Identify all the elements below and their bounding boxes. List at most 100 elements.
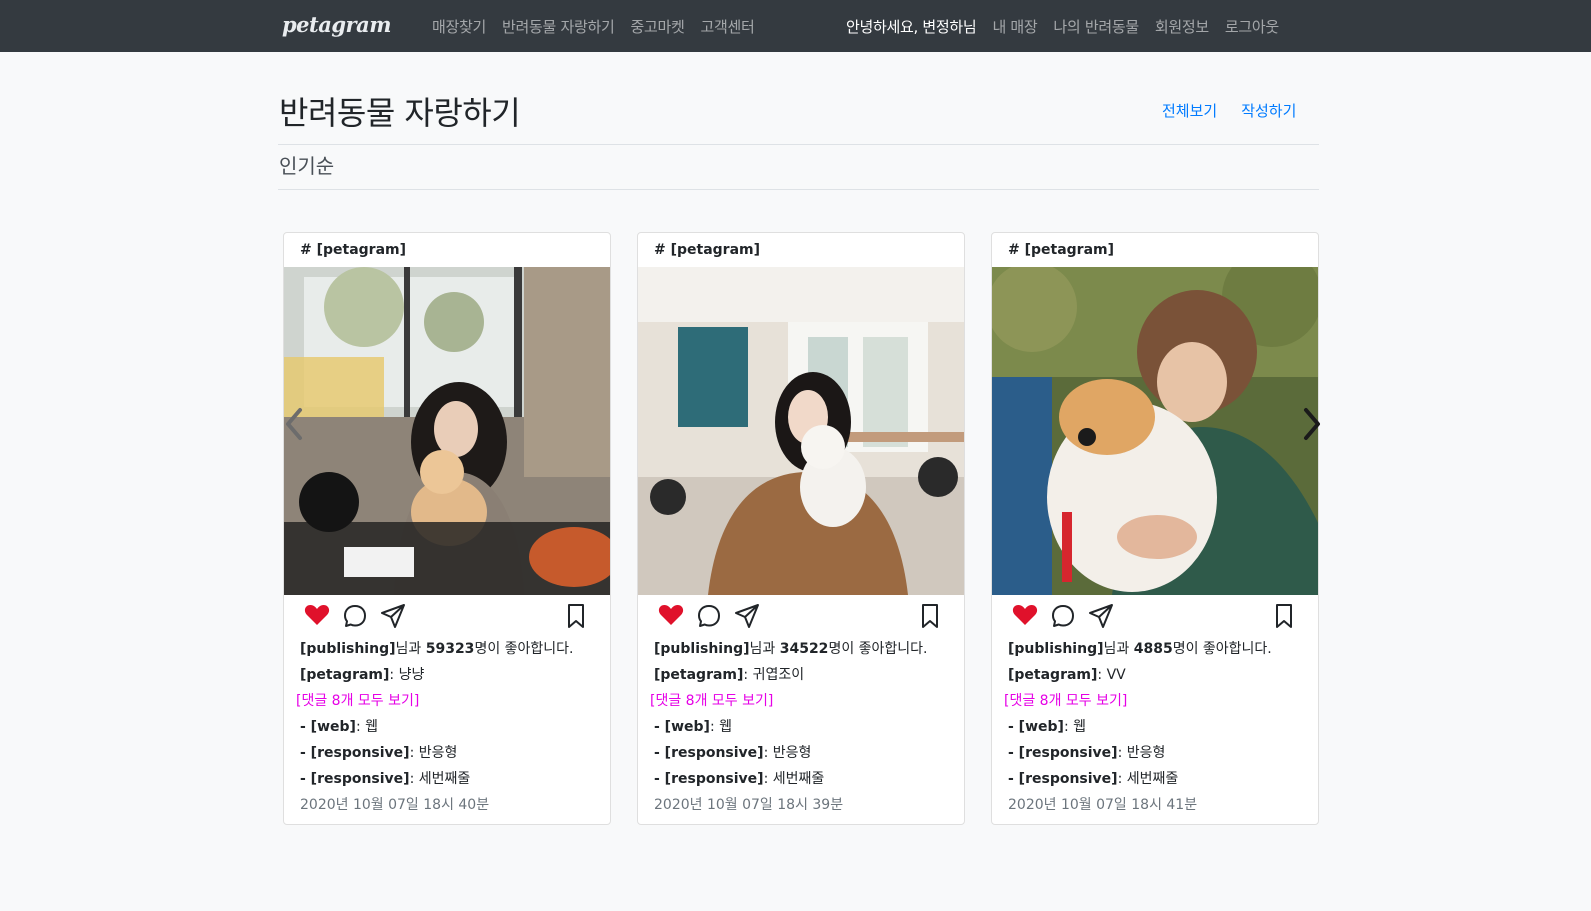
comment-item: - [responsive]: 반응형 (1008, 743, 1308, 763)
caption-line: [petagram]: 귀엽조이 (654, 665, 954, 685)
post-author[interactable]: [petagram] (654, 667, 743, 683)
brand-logo[interactable]: petagram (282, 12, 391, 37)
comment-item: - [web]: 웹 (300, 717, 600, 737)
nav-left: 매장찾기 반려동물 자랑하기 중고마켓 고객센터 (432, 16, 755, 37)
likes-suffix: 명이 좋아합니다. (828, 641, 928, 657)
write-link[interactable]: 작성하기 (1241, 100, 1296, 121)
post-actions (304, 603, 594, 633)
bookmark-icon[interactable] (566, 603, 586, 633)
nav-right: 안녕하세요, 변정하님 내 매장 나의 반려동물 회원정보 로그아웃 (846, 16, 1279, 37)
comment-user[interactable]: - [responsive] (1008, 771, 1118, 787)
likes-user[interactable]: [publishing] (1008, 641, 1104, 657)
divider (278, 189, 1319, 190)
likes-line: [publishing]님과 34522명이 좋아합니다. (654, 639, 954, 659)
post-card-1: # [petagram] [publishing]님과 59323명이 좋아합니… (283, 232, 611, 825)
comment-text: : 반응형 (763, 745, 812, 761)
nav-store-finder[interactable]: 매장찾기 (432, 16, 486, 37)
comment-user[interactable]: - [responsive] (300, 745, 410, 761)
likes-mid: 님과 (749, 641, 780, 657)
post-header: # [petagram] (300, 242, 407, 258)
post-photo[interactable] (992, 267, 1318, 595)
nav-my-store[interactable]: 내 매장 (992, 16, 1037, 37)
caption-line: [petagram]: 냥냥 (300, 665, 600, 685)
pet-photo (638, 267, 964, 595)
post-card-3: # [petagram] [publishing]님과 4885명이 좋아합니다… (991, 232, 1319, 825)
view-all-link[interactable]: 전체보기 (1162, 100, 1217, 121)
comment-text: : 반응형 (409, 745, 458, 761)
comment-text: : 웹 (355, 719, 378, 735)
post-body: [publishing]님과 34522명이 좋아합니다. [petagram]… (650, 633, 954, 815)
post-author[interactable]: [petagram] (1008, 667, 1097, 683)
comment-item: - [responsive]: 세번째줄 (300, 769, 600, 789)
view-all-comments-link[interactable]: [댓글 8개 모두 보기] (650, 691, 954, 711)
heart-icon[interactable] (658, 603, 684, 631)
likes-mid: 님과 (1103, 641, 1134, 657)
likes-suffix: 명이 좋아합니다. (1172, 641, 1272, 657)
divider (278, 144, 1319, 145)
nav-customer-center[interactable]: 고객센터 (701, 16, 755, 37)
comment-item: - [responsive]: 세번째줄 (654, 769, 954, 789)
comment-user[interactable]: - [responsive] (300, 771, 410, 787)
post-body: [publishing]님과 59323명이 좋아합니다. [petagram]… (296, 633, 600, 815)
comment-icon[interactable] (342, 603, 368, 633)
bookmark-icon[interactable] (1274, 603, 1294, 633)
chevron-left-icon[interactable] (280, 400, 310, 448)
likes-user[interactable]: [publishing] (300, 641, 396, 657)
page-actions: 전체보기 작성하기 (1162, 100, 1296, 121)
likes-count: 34522 (779, 641, 829, 657)
page-title: 반려동물 자랑하기 (279, 94, 521, 132)
post-author[interactable]: [petagram] (300, 667, 389, 683)
comment-icon[interactable] (696, 603, 722, 633)
nav-pet-showoff[interactable]: 반려동물 자랑하기 (502, 16, 615, 37)
comment-item: - [responsive]: 세번째줄 (1008, 769, 1308, 789)
post-photo[interactable] (284, 267, 610, 595)
comment-text: : 세번째줄 (1117, 771, 1179, 787)
comment-user[interactable]: - [responsive] (654, 745, 764, 761)
nav-member-info[interactable]: 회원정보 (1155, 16, 1209, 37)
comment-text: : 반응형 (1117, 745, 1166, 761)
likes-user[interactable]: [publishing] (654, 641, 750, 657)
nav-my-pets[interactable]: 나의 반려동물 (1053, 16, 1139, 37)
send-icon[interactable] (380, 603, 406, 633)
bookmark-icon[interactable] (920, 603, 940, 633)
comment-item: - [web]: 웹 (1008, 717, 1308, 737)
comment-text: : 웹 (1063, 719, 1086, 735)
post-caption: : 귀엽조이 (743, 667, 805, 683)
comment-text: : 웹 (709, 719, 732, 735)
heart-icon[interactable] (1012, 603, 1038, 631)
post-photo[interactable] (638, 267, 964, 595)
post-actions (1012, 603, 1302, 633)
nav-logout[interactable]: 로그아웃 (1225, 16, 1279, 37)
comment-user[interactable]: - [web] (654, 719, 710, 735)
send-icon[interactable] (1088, 603, 1114, 633)
comment-text: : 세번째줄 (763, 771, 825, 787)
likes-count: 4885 (1133, 641, 1173, 657)
comment-user[interactable]: - [web] (300, 719, 356, 735)
comment-item: - [web]: 웹 (654, 717, 954, 737)
nav-used-market[interactable]: 중고마켓 (631, 16, 685, 37)
likes-count: 59323 (425, 641, 475, 657)
post-header: # [petagram] (1008, 242, 1115, 258)
view-all-comments-link[interactable]: [댓글 8개 모두 보기] (1004, 691, 1308, 711)
chevron-right-icon[interactable] (1296, 400, 1326, 448)
likes-mid: 님과 (395, 641, 426, 657)
comment-text: : 세번째줄 (409, 771, 471, 787)
post-header: # [petagram] (654, 242, 761, 258)
comment-user[interactable]: - [responsive] (654, 771, 764, 787)
comment-item: - [responsive]: 반응형 (654, 743, 954, 763)
navbar: petagram 매장찾기 반려동물 자랑하기 중고마켓 고객센터 안녕하세요,… (0, 0, 1591, 52)
pet-photo (992, 267, 1318, 595)
post-timestamp: 2020년 10월 07일 18시 39분 (654, 797, 844, 813)
likes-line: [publishing]님과 4885명이 좋아합니다. (1008, 639, 1308, 659)
comment-user[interactable]: - [web] (1008, 719, 1064, 735)
post-caption: : VV (1097, 667, 1126, 683)
post-timestamp: 2020년 10월 07일 18시 40분 (300, 797, 490, 813)
post-caption: : 냥냥 (389, 667, 425, 683)
pet-photo (284, 267, 610, 595)
post-card-2: # [petagram] [publishing]님과 34522명이 좋아합니… (637, 232, 965, 825)
view-all-comments-link[interactable]: [댓글 8개 모두 보기] (296, 691, 600, 711)
comment-user[interactable]: - [responsive] (1008, 745, 1118, 761)
send-icon[interactable] (734, 603, 760, 633)
comment-icon[interactable] (1050, 603, 1076, 633)
heart-icon[interactable] (304, 603, 330, 631)
